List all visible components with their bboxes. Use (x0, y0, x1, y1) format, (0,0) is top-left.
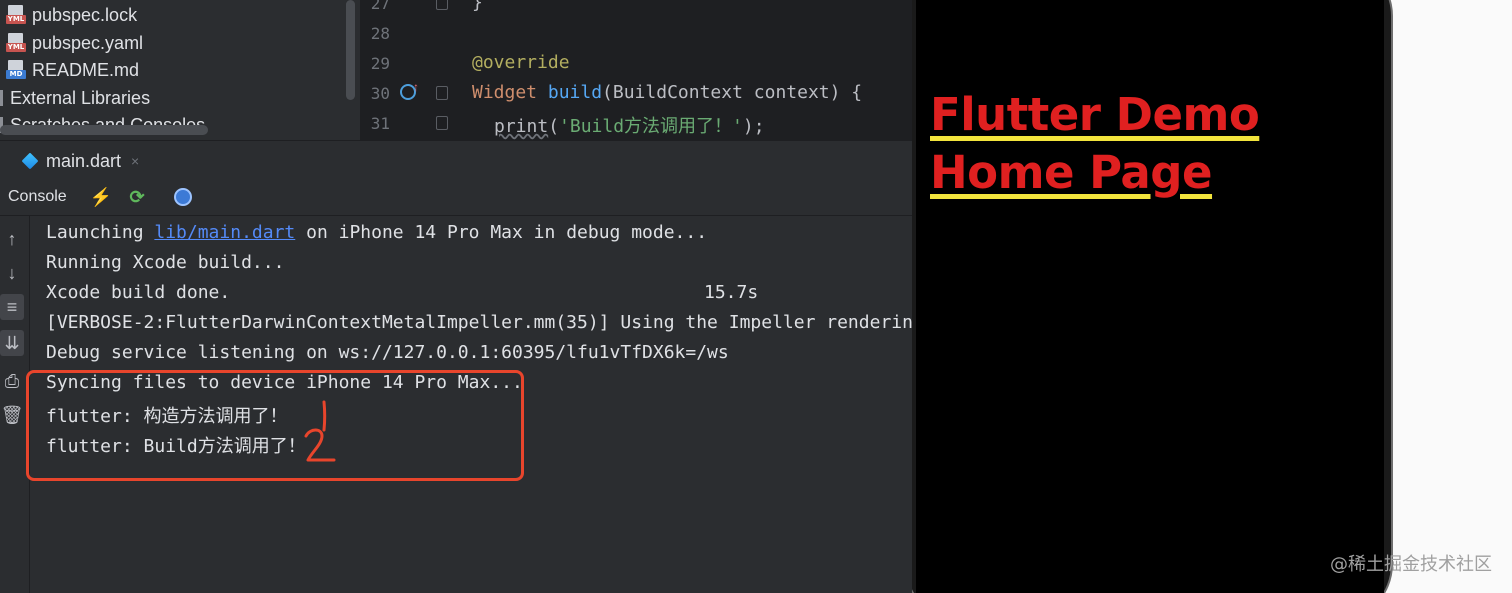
code-line-27: } (472, 0, 483, 13)
app-title-line-2: Home Page (930, 146, 1213, 199)
run-tab-bar: main.dart × (0, 140, 912, 178)
trash-icon[interactable]: 🗑 (0, 402, 24, 428)
tab-main-dart[interactable]: main.dart × (21, 147, 139, 175)
run-toolbar: Console ⚡ ⟳ (0, 178, 912, 216)
scroll-to-end-icon[interactable]: ⇊ (0, 330, 24, 356)
code-editor[interactable]: 27 28 29 30 31 ↑ } @override Widget buil… (360, 0, 912, 140)
build-duration: 15.7s (704, 282, 759, 303)
line-number: 29 (370, 54, 390, 73)
fold-marker[interactable] (436, 116, 448, 130)
flutter-icon (21, 152, 39, 170)
tab-label: main.dart (46, 150, 122, 171)
device-screen[interactable]: Flutter Demo Home Page (916, 0, 1384, 593)
line-number: 28 (370, 24, 390, 43)
console-tab[interactable]: Console (8, 188, 67, 206)
code-line-30: Widget build(BuildContext context) { (472, 82, 863, 103)
tree-item-label: External Libraries (10, 87, 151, 108)
tree-vertical-scrollbar[interactable] (346, 0, 355, 100)
devtools-icon[interactable] (172, 186, 194, 208)
code-line-31: print('Build方法调用了！'); (494, 116, 765, 137)
library-icon (0, 90, 8, 106)
line-number: 30 (370, 84, 390, 103)
fold-marker[interactable] (436, 0, 448, 10)
console-line: Launching lib/main.dart on iPhone 14 Pro… (46, 222, 708, 243)
arrow-up-icon[interactable]: ↑ (0, 226, 24, 252)
yaml-file-icon: YML (6, 33, 26, 53)
line-number: 27 (370, 0, 390, 13)
soft-wrap-icon[interactable]: ≡ (0, 294, 24, 320)
print-icon[interactable]: ⎙ (0, 368, 24, 394)
editor-gutter: 27 28 29 30 31 ↑ (360, 0, 452, 140)
tree-horizontal-scrollbar[interactable] (0, 125, 208, 135)
tree-item-label: pubspec.lock (32, 4, 138, 25)
tree-item-pubspec-lock[interactable]: YML pubspec.lock (6, 2, 137, 28)
arrow-down-icon[interactable]: ↓ (0, 260, 24, 286)
tree-item-label: pubspec.yaml (32, 32, 144, 53)
annotation-mark-2 (304, 428, 336, 462)
tree-item-external-libraries[interactable]: External Libraries (0, 85, 151, 111)
line-number: 31 (370, 114, 390, 133)
fold-marker[interactable] (436, 86, 448, 100)
hot-reload-icon[interactable]: ⚡ (90, 186, 112, 208)
code-line-29: @override (472, 52, 570, 73)
tree-item-label: README.md (32, 59, 140, 80)
tree-item-readme[interactable]: MD README.md (6, 57, 139, 83)
yaml-file-icon: YML (6, 5, 26, 25)
console-line: [VERBOSE-2:FlutterDarwinContextMetalImpe… (46, 312, 912, 333)
project-panel: YML pubspec.lock YML pubspec.yaml MD REA… (0, 0, 360, 140)
console-line: Xcode build done. (46, 282, 231, 303)
tree-item-pubspec-yaml[interactable]: YML pubspec.yaml (6, 30, 143, 56)
override-arrow-icon: ↑ (413, 80, 419, 94)
file-link[interactable]: lib/main.dart (154, 222, 295, 243)
watermark: @稀土掘金技术社区 (1330, 554, 1492, 575)
console-line: Running Xcode build... (46, 252, 285, 273)
markdown-file-icon: MD (6, 60, 26, 80)
app-title-line-1: Flutter Demo (930, 88, 1260, 141)
annotation-highlight-box (26, 370, 524, 481)
iphone-simulator: Flutter Demo Home Page @稀土掘金技术社区 (912, 0, 1512, 593)
console-line: Debug service listening on ws://127.0.0.… (46, 342, 729, 363)
close-icon[interactable]: × (131, 153, 139, 169)
hot-restart-icon[interactable]: ⟳ (126, 186, 148, 208)
